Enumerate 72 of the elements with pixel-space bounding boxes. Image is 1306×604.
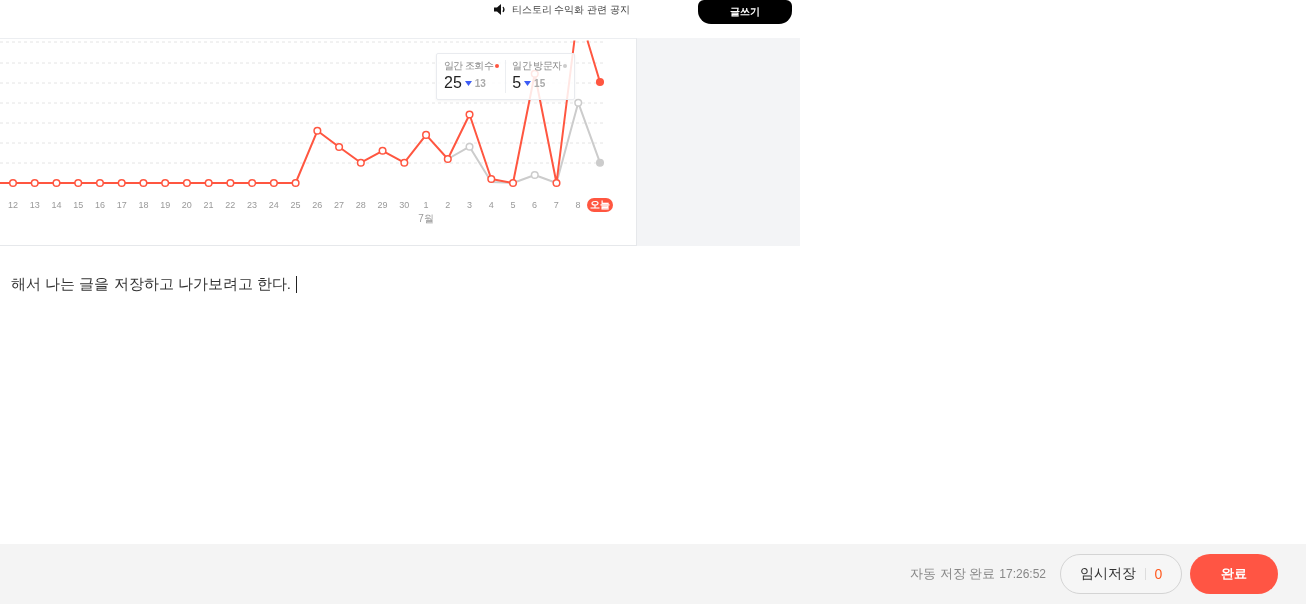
- data-point: [487, 174, 496, 184]
- date-label: 26: [312, 199, 323, 212]
- data-point: [95, 178, 104, 188]
- date-label: 13: [29, 199, 40, 212]
- date-label: 24: [268, 199, 279, 212]
- date-label: 28: [355, 199, 366, 212]
- data-point: [422, 130, 431, 139]
- data-point: [182, 178, 191, 188]
- date-label: 8: [575, 199, 581, 212]
- date-label: 29: [377, 199, 388, 212]
- date-label: 30: [399, 199, 410, 212]
- data-point: [530, 170, 539, 180]
- data-point: [74, 178, 83, 188]
- data-point: [204, 178, 213, 188]
- autosave-time: 17:26:52: [999, 567, 1046, 581]
- date-label: 6: [532, 199, 538, 212]
- date-label: 18: [138, 199, 149, 212]
- date-label: 7: [553, 199, 559, 212]
- stat-label: 일간 방문자: [512, 60, 562, 72]
- date-label: 1: [423, 199, 429, 212]
- data-point: [8, 178, 18, 188]
- date-label: 25: [290, 199, 301, 212]
- data-point: [335, 142, 344, 152]
- data-point: [161, 178, 170, 188]
- stat-label: 일간 조회수: [444, 60, 494, 72]
- data-point: [465, 142, 474, 151]
- notice-link[interactable]: 티스토리 수익화 관련 공지: [493, 0, 630, 19]
- data-point: [269, 178, 278, 188]
- data-point: [378, 146, 387, 155]
- date-label: 2: [445, 199, 451, 212]
- speaker-icon: [493, 4, 506, 15]
- date-label: 20: [181, 199, 192, 212]
- date-label: 22: [225, 199, 236, 212]
- data-point: [313, 126, 322, 135]
- date-label: 15: [73, 199, 84, 212]
- stat-value: 5: [512, 73, 522, 93]
- data-point: [443, 154, 452, 164]
- data-point: [248, 178, 257, 188]
- highlighted-date-label: 오늘: [586, 198, 613, 212]
- date-label: 19: [160, 199, 171, 212]
- date-label: 12: [8, 199, 18, 212]
- data-point: [595, 77, 605, 87]
- data-point: [595, 158, 605, 167]
- stat-change: 13: [474, 77, 486, 89]
- data-point: [400, 158, 409, 167]
- date-label: 17: [116, 199, 127, 212]
- stat-value: 25: [444, 73, 462, 93]
- data-point: [52, 178, 61, 188]
- data-point: [552, 178, 561, 188]
- date-label: 4: [488, 199, 494, 212]
- date-label: 21: [203, 199, 214, 212]
- data-point: [139, 178, 148, 188]
- date-label: 5: [510, 199, 516, 212]
- data-point: [574, 98, 583, 107]
- data-point: [508, 178, 518, 188]
- data-point: [226, 178, 235, 188]
- editor-text: 해서 나는 글을 저장하고 나가보려고 한다.: [11, 274, 291, 294]
- data-point: [291, 178, 300, 188]
- data-point: [356, 158, 365, 167]
- stat-change: 15: [534, 77, 546, 89]
- date-label: 3: [466, 199, 472, 212]
- data-point: [30, 178, 39, 188]
- draft-save-button[interactable]: 임시저장 0: [1060, 554, 1182, 594]
- date-label: 23: [247, 199, 258, 212]
- data-point: [465, 110, 474, 119]
- date-label: 16: [94, 199, 105, 212]
- date-label: 14: [51, 199, 62, 212]
- date-label: 27: [334, 199, 344, 212]
- month-label: 7월: [418, 212, 434, 226]
- write-button[interactable]: 글쓰기: [698, 0, 792, 24]
- data-point: [117, 178, 126, 188]
- autosave-status: 자동 저장 완료: [910, 565, 996, 583]
